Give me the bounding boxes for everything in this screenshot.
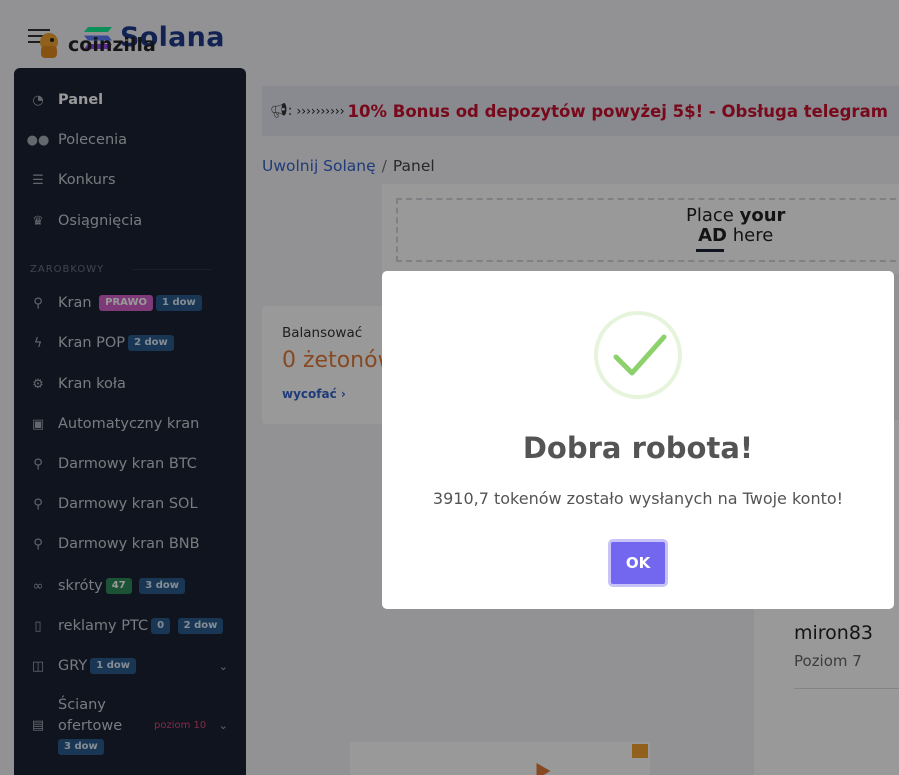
success-modal: Dobra robota! 3910,7 tokenów zostało wys… <box>382 271 894 609</box>
success-check-icon <box>594 311 682 399</box>
modal-message: 3910,7 tokenów zostało wysłanych na Twoj… <box>432 489 844 508</box>
ok-button[interactable]: OK <box>608 539 668 587</box>
modal-title: Dobra robota! <box>522 431 754 465</box>
